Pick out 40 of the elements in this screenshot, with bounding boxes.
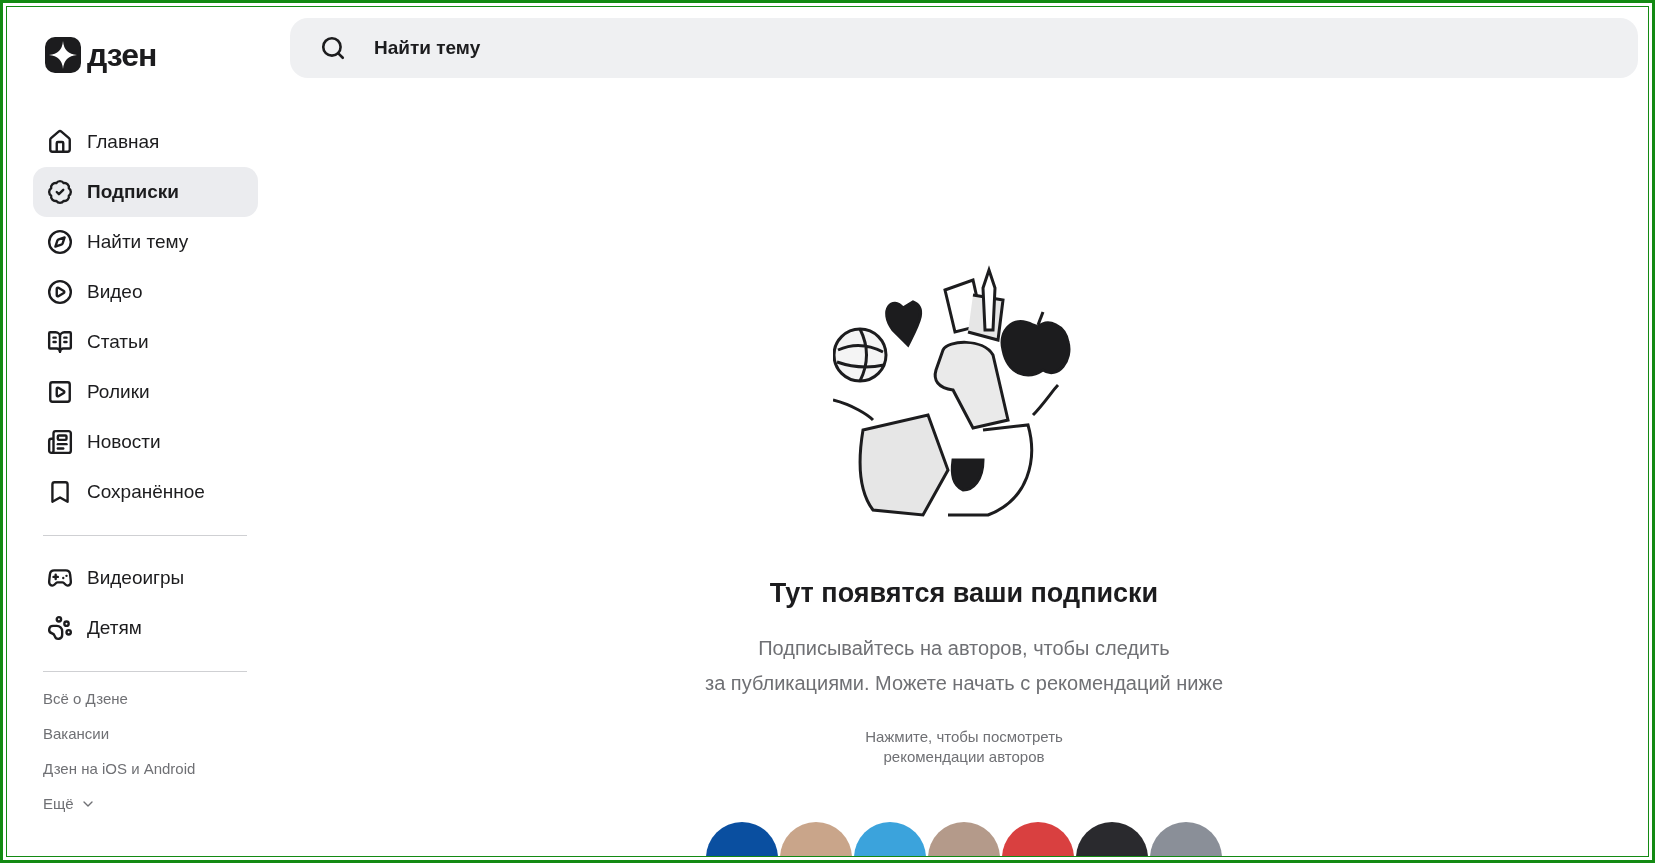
nav-icon	[47, 329, 73, 355]
sidebar-item[interactable]: Новости	[33, 417, 258, 467]
nav-icon	[47, 129, 73, 155]
nav-label: Подписки	[87, 181, 179, 203]
more-button[interactable]: Ещё	[43, 795, 96, 812]
nav-label: Новости	[87, 431, 161, 453]
nav-icon	[47, 429, 73, 455]
sidebar-item[interactable]: Главная	[33, 117, 258, 167]
search-field[interactable]: Найти тему	[290, 18, 1638, 78]
sidebar-item[interactable]: Детям	[33, 603, 258, 653]
footer-link[interactable]: Дзен на iOS и Android	[43, 760, 275, 777]
nav-label: Найти тему	[87, 231, 189, 253]
nav-icon	[47, 229, 73, 255]
sidebar-item[interactable]: Подписки	[33, 167, 258, 217]
logo-text: дзен	[87, 36, 157, 74]
empty-state-text: Подписывайтесь на авторов, чтобы следить за публикациями. Можете начать с рекомендаций ниже	[705, 636, 1223, 696]
search-icon	[320, 35, 346, 61]
sidebar-item[interactable]: Видеоигры	[33, 553, 258, 603]
sidebar-item[interactable]: Ролики	[33, 367, 258, 417]
sidebar-item[interactable]: Найти тему	[33, 217, 258, 267]
recommendations-link[interactable]: Нажмите, чтобы посмотреть рекомендации авторов	[865, 727, 1063, 767]
sidebar-item[interactable]: Сохранённое	[33, 467, 258, 517]
empty-state-title: Тут появятся ваши подписки	[769, 578, 1159, 609]
nav-icon	[47, 279, 73, 305]
nav-icon	[47, 379, 73, 405]
footer-link[interactable]: Вакансии	[43, 725, 275, 742]
nav-label: Сохранённое	[87, 481, 205, 503]
nav-icon	[47, 179, 73, 205]
nav-label: Статьи	[87, 331, 149, 353]
nav-label: Видео	[87, 281, 143, 303]
logo-icon	[45, 37, 81, 73]
nav-label: Детям	[87, 617, 142, 639]
sidebar-item[interactable]: Статьи	[33, 317, 258, 367]
footer-link[interactable]: Всё о Дзене	[43, 690, 275, 707]
nav-label: Ролики	[87, 381, 150, 403]
sidebar-item[interactable]: Видео	[33, 267, 258, 317]
nav-icon	[47, 615, 73, 641]
nav-label: Главная	[87, 131, 160, 153]
search-input[interactable]: Найти тему	[372, 36, 1638, 60]
nav-label: Видеоигры	[87, 567, 185, 589]
